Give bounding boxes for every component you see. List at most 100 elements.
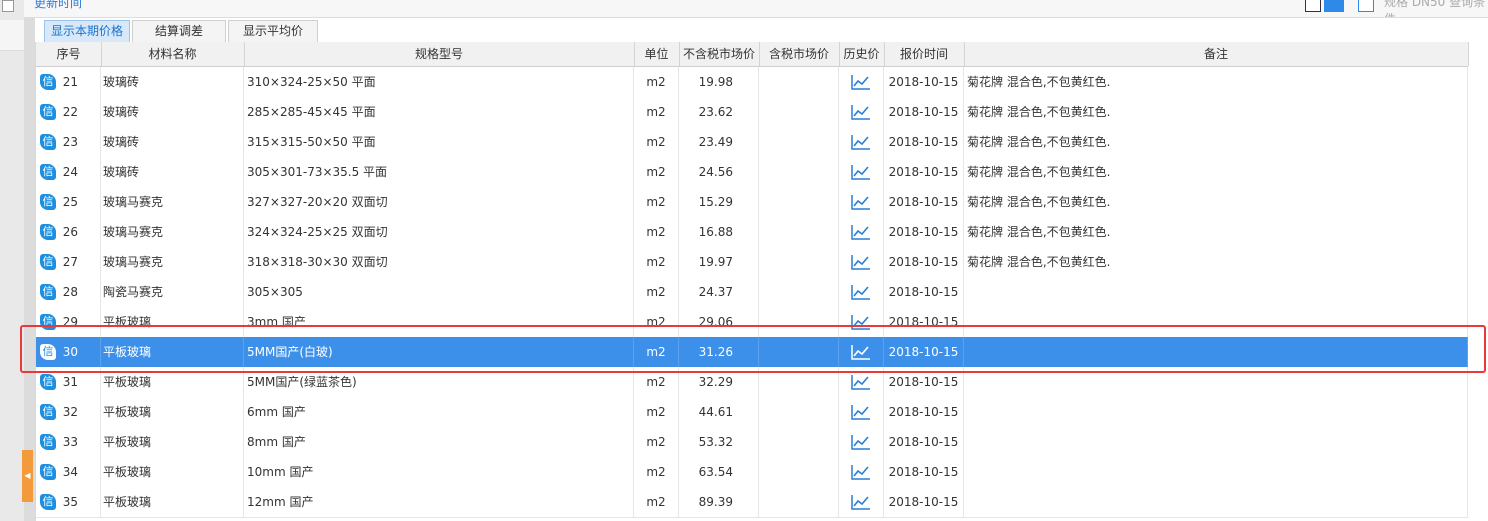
header-spec[interactable]: 规格型号 bbox=[244, 42, 635, 66]
seq-number: 23 bbox=[62, 135, 78, 149]
history-cell[interactable] bbox=[839, 217, 884, 247]
history-cell[interactable] bbox=[839, 427, 884, 457]
cell-name: 陶瓷马赛克 bbox=[101, 277, 244, 307]
table-row[interactable]: 信 31 平板玻璃 5MM国产(绿蓝茶色) m2 32.29 2018-10-15 bbox=[36, 367, 1468, 398]
info-badge-icon[interactable]: 信 bbox=[40, 404, 56, 420]
header-history[interactable]: 历史价 bbox=[839, 42, 885, 66]
info-badge-icon[interactable]: 信 bbox=[40, 494, 56, 510]
table-row[interactable]: 信 25 玻璃马赛克 327×327-20×20 双面切 m2 15.29 2018-10-… bbox=[36, 187, 1468, 218]
table-row[interactable]: 信 23 玻璃砖 315×315-50×50 平面 m2 23.49 2018-10-15 菊… bbox=[36, 127, 1468, 158]
cell-price-in bbox=[759, 217, 839, 247]
toolbar-icon-blue[interactable] bbox=[1324, 0, 1344, 12]
history-cell[interactable] bbox=[839, 367, 884, 397]
tab-settlement-adjust[interactable]: 结算调差 bbox=[132, 20, 226, 43]
table-row[interactable]: 信 24 玻璃砖 305×301-73×35.5 平面 m2 24.56 2018-10-1… bbox=[36, 157, 1468, 188]
table-row[interactable]: 信 27 玻璃马赛克 318×318-30×30 双面切 m2 19.97 2018-10-… bbox=[36, 247, 1468, 278]
info-badge-icon[interactable]: 信 bbox=[40, 164, 56, 180]
trend-chart-icon[interactable] bbox=[851, 434, 871, 450]
cell-note: 菊花牌 混合色,不包黄红色. bbox=[964, 217, 1468, 247]
cell-price-ex: 16.88 bbox=[679, 217, 759, 247]
trend-chart-icon[interactable] bbox=[851, 464, 871, 480]
history-cell[interactable] bbox=[839, 187, 884, 217]
cell-price-ex: 24.37 bbox=[679, 277, 759, 307]
history-cell[interactable] bbox=[839, 67, 884, 97]
info-badge-icon[interactable]: 信 bbox=[40, 254, 56, 270]
history-cell[interactable] bbox=[839, 307, 884, 337]
cell-unit: m2 bbox=[634, 427, 679, 457]
info-badge-icon[interactable]: 信 bbox=[40, 104, 56, 120]
table-row[interactable]: 信 21 玻璃砖 310×324-25×50 平面 m2 19.98 2018-10-15 菊… bbox=[36, 67, 1468, 98]
cell-spec: 5MM国产(白玻) bbox=[244, 337, 634, 367]
trend-chart-icon[interactable] bbox=[851, 254, 871, 270]
info-badge-icon[interactable]: 信 bbox=[40, 224, 56, 240]
header-name[interactable]: 材料名称 bbox=[101, 42, 245, 66]
history-cell[interactable] bbox=[839, 457, 884, 487]
table-row[interactable]: 信 34 平板玻璃 10mm 国产 m2 63.54 2018-10-15 bbox=[36, 457, 1468, 488]
header-price-in-tax[interactable]: 含税市场价 bbox=[759, 42, 840, 66]
cell-seq: 信 29 bbox=[36, 307, 101, 337]
info-badge-icon[interactable]: 信 bbox=[40, 464, 56, 480]
table-row[interactable]: 信 29 平板玻璃 3mm 国产 m2 29.06 2018-10-15 bbox=[36, 307, 1468, 338]
cell-date: 2018-10-15 bbox=[884, 367, 964, 397]
info-badge-icon[interactable]: 信 bbox=[40, 374, 56, 390]
table-row[interactable]: 信 30 平板玻璃 5MM国产(白玻) m2 31.26 2018-10-15 bbox=[36, 337, 1468, 368]
trend-chart-icon[interactable] bbox=[851, 404, 871, 420]
seq-number: 34 bbox=[62, 465, 78, 479]
cell-note: 菊花牌 混合色,不包黄红色. bbox=[964, 187, 1468, 217]
cell-date: 2018-10-15 bbox=[884, 457, 964, 487]
cell-date: 2018-10-15 bbox=[884, 157, 964, 187]
history-cell[interactable] bbox=[839, 337, 884, 367]
history-cell[interactable] bbox=[839, 157, 884, 187]
cell-price-ex: 19.97 bbox=[679, 247, 759, 277]
cell-seq: 信 22 bbox=[36, 97, 101, 127]
trend-chart-icon[interactable] bbox=[851, 104, 871, 120]
cell-unit: m2 bbox=[634, 457, 679, 487]
header-seq[interactable]: 序号 bbox=[36, 42, 102, 66]
history-cell[interactable] bbox=[839, 397, 884, 427]
history-cell[interactable] bbox=[839, 487, 884, 517]
checkbox[interactable] bbox=[2, 0, 14, 12]
cell-price-ex: 44.61 bbox=[679, 397, 759, 427]
cell-note: 菊花牌 混合色,不包黄红色. bbox=[964, 67, 1468, 97]
trend-chart-icon[interactable] bbox=[851, 374, 871, 390]
table-row[interactable]: 信 35 平板玻璃 12mm 国产 m2 89.39 2018-10-15 bbox=[36, 487, 1468, 518]
trend-chart-icon[interactable] bbox=[851, 134, 871, 150]
info-badge-icon[interactable]: 信 bbox=[40, 74, 56, 90]
info-badge-icon[interactable]: 信 bbox=[40, 314, 56, 330]
toolbar-icon-outline[interactable] bbox=[1358, 0, 1374, 12]
history-cell[interactable] bbox=[839, 127, 884, 157]
table-row[interactable]: 信 33 平板玻璃 8mm 国产 m2 53.32 2018-10-15 bbox=[36, 427, 1468, 458]
trend-chart-icon[interactable] bbox=[851, 494, 871, 510]
trend-chart-icon[interactable] bbox=[851, 194, 871, 210]
info-badge-icon[interactable]: 信 bbox=[40, 194, 56, 210]
trend-chart-icon[interactable] bbox=[851, 164, 871, 180]
trend-chart-icon[interactable] bbox=[851, 74, 871, 90]
info-badge-icon[interactable]: 信 bbox=[40, 434, 56, 450]
history-cell[interactable] bbox=[839, 97, 884, 127]
header-unit[interactable]: 单位 bbox=[634, 42, 680, 66]
history-cell[interactable] bbox=[839, 277, 884, 307]
table-row[interactable]: 信 28 陶瓷马赛克 305×305 m2 24.37 2018-10-15 bbox=[36, 277, 1468, 308]
trend-chart-icon[interactable] bbox=[851, 344, 871, 360]
table-row[interactable]: 信 26 玻璃马赛克 324×324-25×25 双面切 m2 16.88 2018-10-… bbox=[36, 217, 1468, 248]
cell-seq: 信 25 bbox=[36, 187, 101, 217]
top-tab-fragment[interactable]: 更新时间 bbox=[34, 0, 82, 11]
header-date[interactable]: 报价时间 bbox=[884, 42, 965, 66]
cell-unit: m2 bbox=[634, 187, 679, 217]
header-note[interactable]: 备注 bbox=[964, 42, 1469, 66]
trend-chart-icon[interactable] bbox=[851, 314, 871, 330]
tab-average-price[interactable]: 显示平均价 bbox=[228, 20, 318, 43]
history-cell[interactable] bbox=[839, 247, 884, 277]
header-price-ex-tax[interactable]: 不含税市场价 bbox=[679, 42, 760, 66]
info-badge-icon[interactable]: 信 bbox=[40, 344, 56, 360]
trend-chart-icon[interactable] bbox=[851, 284, 871, 300]
toolbar-icon[interactable] bbox=[1305, 0, 1321, 12]
table-row[interactable]: 信 32 平板玻璃 6mm 国产 m2 44.61 2018-10-15 bbox=[36, 397, 1468, 428]
cell-note bbox=[964, 427, 1468, 457]
collapse-handle-icon[interactable]: ◀ bbox=[22, 450, 33, 502]
table-row[interactable]: 信 22 玻璃砖 285×285-45×45 平面 m2 23.62 2018-10-15 菊… bbox=[36, 97, 1468, 128]
tab-current-price[interactable]: 显示本期价格 bbox=[44, 20, 130, 43]
info-badge-icon[interactable]: 信 bbox=[40, 284, 56, 300]
trend-chart-icon[interactable] bbox=[851, 224, 871, 240]
info-badge-icon[interactable]: 信 bbox=[40, 134, 56, 150]
